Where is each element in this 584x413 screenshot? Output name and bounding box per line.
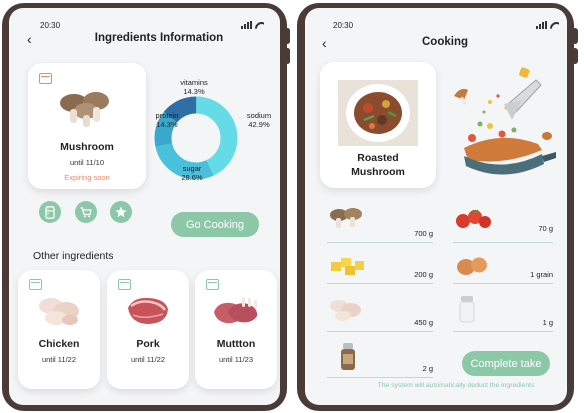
expiring-badge: Expiring soon — [64, 173, 110, 182]
salt-shaker-icon — [459, 296, 475, 323]
chicken-image — [39, 298, 79, 325]
divider — [327, 283, 433, 284]
other-ingredient-name: Pork — [136, 338, 160, 350]
roasted-mushroom-dish-image — [338, 80, 418, 146]
divider — [327, 377, 433, 378]
nutrition-label-protein: protein 14.3% — [155, 111, 179, 129]
back-arrow-icon[interactable]: ‹ — [322, 36, 327, 50]
ingredient-card-main[interactable]: Mushroom until 11/10 Expiring soon — [28, 63, 146, 189]
side-button — [285, 28, 290, 44]
egg-icon — [457, 257, 487, 275]
divider — [453, 242, 553, 243]
side-button — [572, 48, 578, 64]
other-ingredients-heading: Other ingredients — [33, 250, 114, 262]
ingredient-amount-pepper: 2 g — [422, 364, 433, 373]
mushroom-icon — [330, 208, 362, 228]
ingredient-amount-salt: 1 g — [542, 318, 553, 327]
other-ingredient-until: until 11/23 — [218, 355, 254, 364]
go-cooking-button[interactable]: Go Cooking — [171, 212, 259, 237]
cart-icon — [80, 206, 92, 217]
potato-cubes-icon — [331, 258, 364, 275]
cart-button[interactable] — [75, 201, 97, 223]
deduct-notice: The system will automatically deduct the… — [377, 382, 535, 389]
complete-take-button[interactable]: Complete take — [462, 351, 550, 376]
nutrition-label-vitamins: vitamins 14.3% — [180, 78, 208, 96]
pepper-shaker-icon — [341, 343, 355, 370]
status-icons — [536, 21, 559, 29]
right-screen: 20:30 ‹ Cooking Roasted Mushroom 700 g 7… — [305, 8, 567, 405]
status-time: 20:30 — [40, 21, 61, 30]
ingredient-amount-chicken: 450 g — [414, 318, 433, 327]
nutrition-label-sugar: sugar 28.6% — [181, 164, 203, 182]
status-time: 20:30 — [333, 21, 354, 30]
other-ingredient-card-chicken[interactable]: Chicken until 11/22 — [18, 270, 100, 389]
divider — [327, 242, 433, 243]
divider — [327, 331, 433, 332]
favorite-button[interactable] — [110, 201, 132, 223]
calendar-icon — [29, 279, 42, 290]
dish-card[interactable]: Roasted Mushroom — [320, 62, 436, 188]
dish-name-line1: Roasted — [357, 152, 399, 164]
page-title: Ingredients Information — [94, 32, 224, 44]
other-ingredient-card-pork[interactable]: Pork until 11/22 — [107, 270, 189, 389]
calendar-icon — [118, 279, 131, 290]
ingredient-amount-egg: 1 grain — [530, 270, 553, 279]
mutton-image — [214, 297, 258, 324]
ingredient-amount-potato: 200 g — [414, 270, 433, 279]
cooking-pan-illustration — [454, 67, 556, 175]
wifi-icon — [550, 21, 559, 29]
signal-icon — [536, 21, 547, 29]
mushroom-image — [60, 92, 109, 127]
tomato-icon — [456, 209, 491, 228]
page-title: Cooking — [422, 36, 468, 48]
divider — [453, 283, 553, 284]
fridge-icon — [45, 205, 55, 219]
calendar-icon — [39, 73, 52, 84]
ingredient-amount-tomato: 70 g — [538, 224, 553, 233]
side-button — [572, 28, 578, 44]
nutrition-label-sodium: sodium 42.9% — [246, 111, 272, 129]
ingredient-amount-mushroom: 700 g — [414, 229, 433, 238]
chicken-icon — [330, 300, 361, 321]
ingredient-name: Mushroom — [60, 141, 114, 153]
status-icons — [241, 21, 264, 29]
calendar-icon — [206, 279, 219, 290]
other-ingredient-until: until 11/22 — [41, 355, 77, 364]
pork-image — [128, 297, 168, 324]
dish-name-line2: Mushroom — [351, 166, 405, 178]
signal-icon — [241, 21, 252, 29]
other-ingredient-name: Chicken — [38, 338, 80, 350]
fridge-button[interactable] — [39, 201, 61, 223]
divider — [453, 331, 553, 332]
left-screen: 20:30 ‹ Ingredients Information Mushroom… — [9, 8, 280, 405]
star-icon — [115, 206, 127, 218]
ingredient-until: until 11/10 — [69, 158, 105, 167]
back-arrow-icon[interactable]: ‹ — [27, 32, 32, 46]
side-button — [285, 48, 290, 64]
other-ingredient-card-mutton[interactable]: Muttton until 11/23 — [195, 270, 277, 389]
other-ingredient-until: until 11/22 — [130, 355, 166, 364]
other-ingredient-name: Muttton — [216, 338, 256, 350]
wifi-icon — [255, 21, 264, 29]
